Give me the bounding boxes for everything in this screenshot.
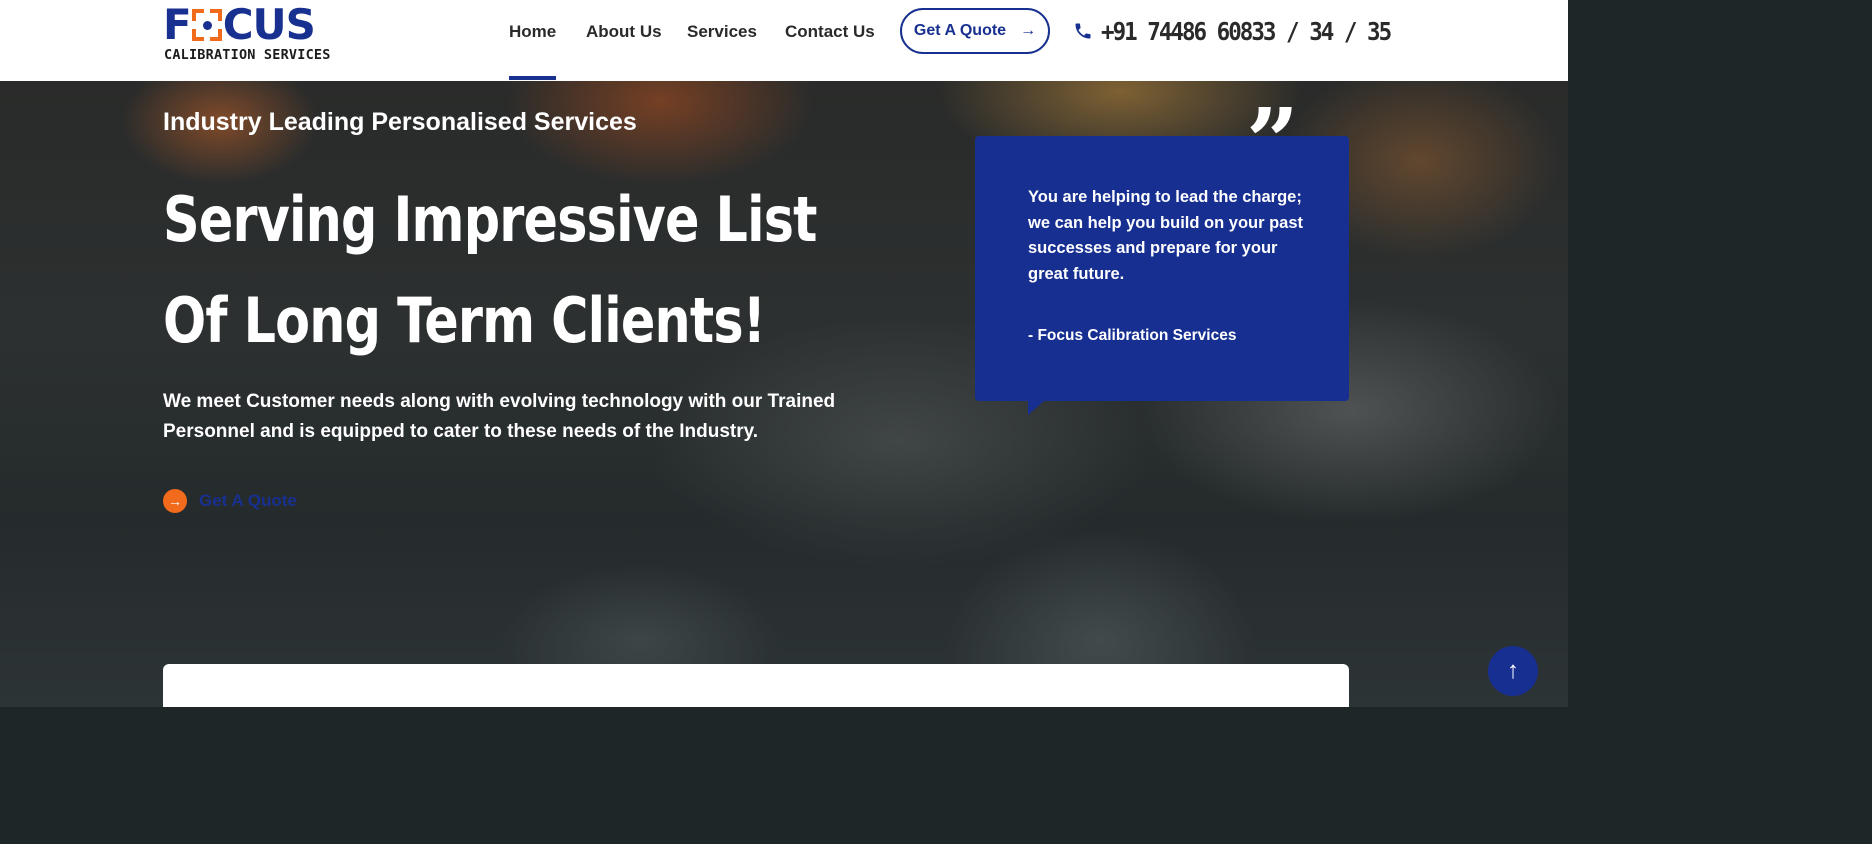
- logo-letters-cus: CUS: [222, 0, 316, 49]
- nav-home[interactable]: Home: [509, 22, 557, 80]
- content-card: [163, 664, 1349, 707]
- testimonial-card: ” You are helping to lead the charge; we…: [975, 96, 1349, 415]
- nav-about-us[interactable]: About Us: [586, 22, 662, 42]
- arrow-right-circle-icon: →: [163, 489, 187, 513]
- logo-tagline: CALIBRATION SERVICES: [164, 47, 331, 63]
- hero-title-line-1: Serving Impressive List: [163, 183, 817, 256]
- logo-target-icon: [191, 9, 222, 41]
- logo-letter-f: F: [163, 0, 192, 49]
- phone-number: +91 74486 60833 / 34 / 35: [1101, 16, 1392, 46]
- get-a-quote-button[interactable]: Get A Quote →: [900, 8, 1050, 54]
- nav-services[interactable]: Services: [687, 22, 757, 42]
- quote-button-label: Get A Quote: [913, 22, 1007, 39]
- testimonial-author: - Focus Calibration Services: [1028, 327, 1237, 344]
- logo-wordmark: F CUS: [163, 4, 316, 46]
- site-header: F CUS CALIBRATION SERVICES Home About Us …: [0, 0, 1568, 81]
- quote-mark-icon: ”: [1246, 88, 1299, 196]
- hero-cta-label: Get A Quote: [199, 491, 297, 510]
- speech-bubble-tail: [1028, 401, 1044, 415]
- testimonial-text: You are helping to lead the charge; we c…: [1028, 188, 1304, 283]
- hero-description: We meet Customer needs along with evolvi…: [163, 391, 836, 442]
- phone-contact[interactable]: +91 74486 60833 / 34 / 35: [1073, 13, 1422, 49]
- hero-title-line-2: Of Long Term Clients!: [163, 284, 766, 357]
- hero-subtitle: Industry Leading Personalised Services: [163, 108, 637, 136]
- arrow-up-icon: ↑: [1507, 657, 1519, 684]
- phone-icon: [1075, 23, 1091, 39]
- nav-contact-us[interactable]: Contact Us: [785, 22, 875, 42]
- hero-section: Industry Leading Personalised Services S…: [0, 81, 1568, 707]
- arrow-right-icon: →: [1020, 22, 1037, 39]
- focus-logo[interactable]: F CUS CALIBRATION SERVICES: [163, 4, 330, 65]
- hero-get-a-quote-link[interactable]: → Get A Quote: [163, 489, 297, 513]
- scroll-to-top-button[interactable]: ↑: [1488, 646, 1538, 696]
- hero-title: Serving Impressive List Of Long Term Cli…: [163, 169, 817, 371]
